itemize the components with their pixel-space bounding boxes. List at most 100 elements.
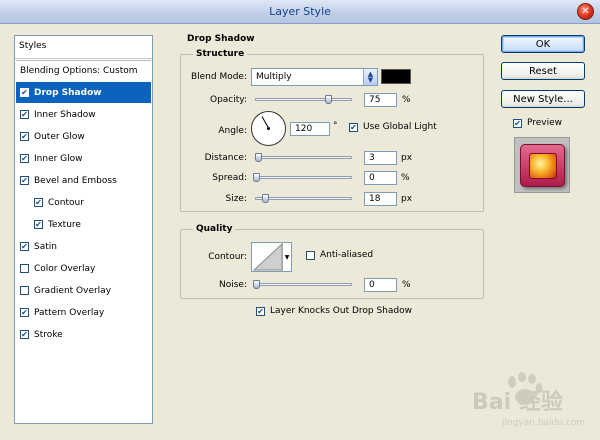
check-icon[interactable]: ✔	[20, 242, 29, 251]
checkbox-empty-icon[interactable]	[20, 286, 29, 295]
close-icon: ✕	[581, 6, 590, 17]
spread-unit: %	[401, 173, 410, 183]
preview-frame	[520, 144, 565, 187]
distance-label: Distance:	[204, 153, 247, 163]
anti-aliased-label: Anti-aliased	[320, 250, 374, 260]
styles-item-blending-options-custom[interactable]: Blending Options: Custom	[16, 60, 151, 81]
size-label: Size:	[225, 194, 247, 204]
contour-curve-icon	[253, 243, 283, 271]
check-icon[interactable]: ✔	[20, 88, 29, 97]
styles-item-label: Stroke	[34, 329, 63, 340]
styles-item-label: Bevel and Emboss	[34, 175, 117, 186]
spread-label: Spread:	[212, 173, 247, 183]
check-icon[interactable]: ✔	[34, 198, 43, 207]
angle-dial-center	[267, 127, 270, 130]
reset-button[interactable]: Reset	[501, 62, 585, 80]
preview-glow	[529, 153, 557, 179]
styles-item-color-overlay[interactable]: Color Overlay	[16, 258, 151, 279]
spread-slider[interactable]	[253, 171, 352, 185]
checkbox-empty-icon	[306, 250, 315, 260]
styles-item-gradient-overlay[interactable]: Gradient Overlay	[16, 280, 151, 301]
opacity-slider-track	[255, 98, 352, 101]
distance-slider[interactable]	[255, 151, 352, 165]
noise-label: Noise:	[219, 280, 247, 290]
blend-mode-label: Blend Mode:	[190, 72, 247, 82]
style-preview-thumbnail	[514, 137, 570, 193]
styles-item-drop-shadow[interactable]: ✔ Drop Shadow	[16, 82, 151, 103]
chevron-down-icon: ▼	[282, 243, 291, 271]
noise-slider[interactable]	[253, 278, 352, 292]
styles-item-contour[interactable]: ✔ Contour	[16, 192, 151, 213]
styles-item-inner-glow[interactable]: ✔ Inner Glow	[16, 148, 151, 169]
styles-item-label: Texture	[48, 219, 81, 230]
styles-item-label: Pattern Overlay	[34, 307, 105, 318]
size-slider[interactable]	[255, 192, 352, 206]
section-title-drop-shadow: Drop Shadow	[187, 34, 255, 44]
check-icon: ✔	[349, 122, 358, 132]
size-input[interactable]: 18	[364, 192, 397, 206]
structure-title: Structure	[193, 49, 248, 59]
new-style-button[interactable]: New Style...	[501, 90, 585, 108]
styles-list-panel: Styles Blending Options: Custom ✔ Drop Sha…	[14, 35, 153, 424]
check-icon[interactable]: ✔	[20, 308, 29, 317]
styles-item-label: Gradient Overlay	[34, 285, 112, 296]
preview-label: Preview	[527, 118, 563, 128]
check-icon: ✔	[256, 306, 265, 316]
anti-aliased-checkbox[interactable]: Anti-aliased	[306, 250, 373, 260]
styles-item-stroke[interactable]: ✔ Stroke	[16, 324, 151, 345]
styles-item-label: Satin	[34, 241, 57, 252]
size-slider-thumb[interactable]	[262, 194, 269, 203]
distance-unit: px	[401, 153, 413, 163]
check-icon[interactable]: ✔	[20, 154, 29, 163]
preview-checkbox[interactable]: ✔ Preview	[513, 118, 562, 128]
check-icon: ✔	[513, 118, 522, 128]
styles-item-pattern-overlay[interactable]: ✔ Pattern Overlay	[16, 302, 151, 323]
ok-button[interactable]: OK	[501, 35, 585, 53]
opacity-input[interactable]: 75	[364, 93, 397, 107]
chevron-updown-icon: ▲ ▼	[363, 69, 377, 85]
use-global-light-checkbox[interactable]: ✔ Use Global Light	[349, 122, 437, 132]
angle-dial[interactable]	[251, 111, 286, 146]
opacity-unit: %	[402, 95, 411, 105]
distance-slider-track	[255, 156, 352, 159]
size-slider-track	[255, 197, 352, 200]
angle-input[interactable]: 120	[290, 122, 330, 136]
styles-item-label: Contour	[48, 197, 84, 208]
noise-input[interactable]: 0	[364, 278, 397, 292]
opacity-slider[interactable]	[255, 93, 352, 107]
opacity-slider-thumb[interactable]	[325, 95, 332, 104]
opacity-label: Opacity:	[210, 95, 247, 105]
noise-slider-thumb[interactable]	[253, 280, 260, 289]
styles-item-label: Blending Options: Custom	[20, 66, 138, 76]
checkbox-empty-icon[interactable]	[20, 264, 29, 273]
contour-label: Contour:	[208, 252, 247, 262]
distance-slider-thumb[interactable]	[255, 153, 262, 162]
styles-header[interactable]: Styles	[15, 36, 152, 59]
styles-item-label: Inner Shadow	[34, 109, 96, 120]
close-button[interactable]: ✕	[577, 3, 594, 20]
layer-knockout-label: Layer Knocks Out Drop Shadow	[270, 306, 412, 316]
check-icon[interactable]: ✔	[20, 110, 29, 119]
spread-input[interactable]: 0	[364, 171, 397, 185]
check-icon[interactable]: ✔	[20, 176, 29, 185]
styles-item-label: Color Overlay	[34, 263, 96, 274]
blend-mode-select[interactable]: Multiply ▲ ▼	[251, 68, 378, 86]
use-global-light-label: Use Global Light	[363, 122, 437, 132]
watermark-text: Bai 经验	[472, 390, 563, 415]
styles-item-inner-shadow[interactable]: ✔ Inner Shadow	[16, 104, 151, 125]
styles-item-satin[interactable]: ✔ Satin	[16, 236, 151, 257]
contour-picker[interactable]: ▼	[251, 242, 292, 272]
styles-item-label: Outer Glow	[34, 131, 85, 142]
styles-item-label: Drop Shadow	[34, 87, 102, 98]
check-icon[interactable]: ✔	[34, 220, 43, 229]
size-unit: px	[401, 194, 413, 204]
styles-item-texture[interactable]: ✔ Texture	[16, 214, 151, 235]
check-icon[interactable]: ✔	[20, 330, 29, 339]
layer-knockout-checkbox[interactable]: ✔ Layer Knocks Out Drop Shadow	[256, 306, 412, 316]
styles-item-bevel-and-emboss[interactable]: ✔ Bevel and Emboss	[16, 170, 151, 191]
spread-slider-thumb[interactable]	[253, 173, 260, 182]
check-icon[interactable]: ✔	[20, 132, 29, 141]
styles-item-outer-glow[interactable]: ✔ Outer Glow	[16, 126, 151, 147]
distance-input[interactable]: 3	[364, 151, 397, 165]
shadow-color-swatch[interactable]	[381, 69, 411, 84]
